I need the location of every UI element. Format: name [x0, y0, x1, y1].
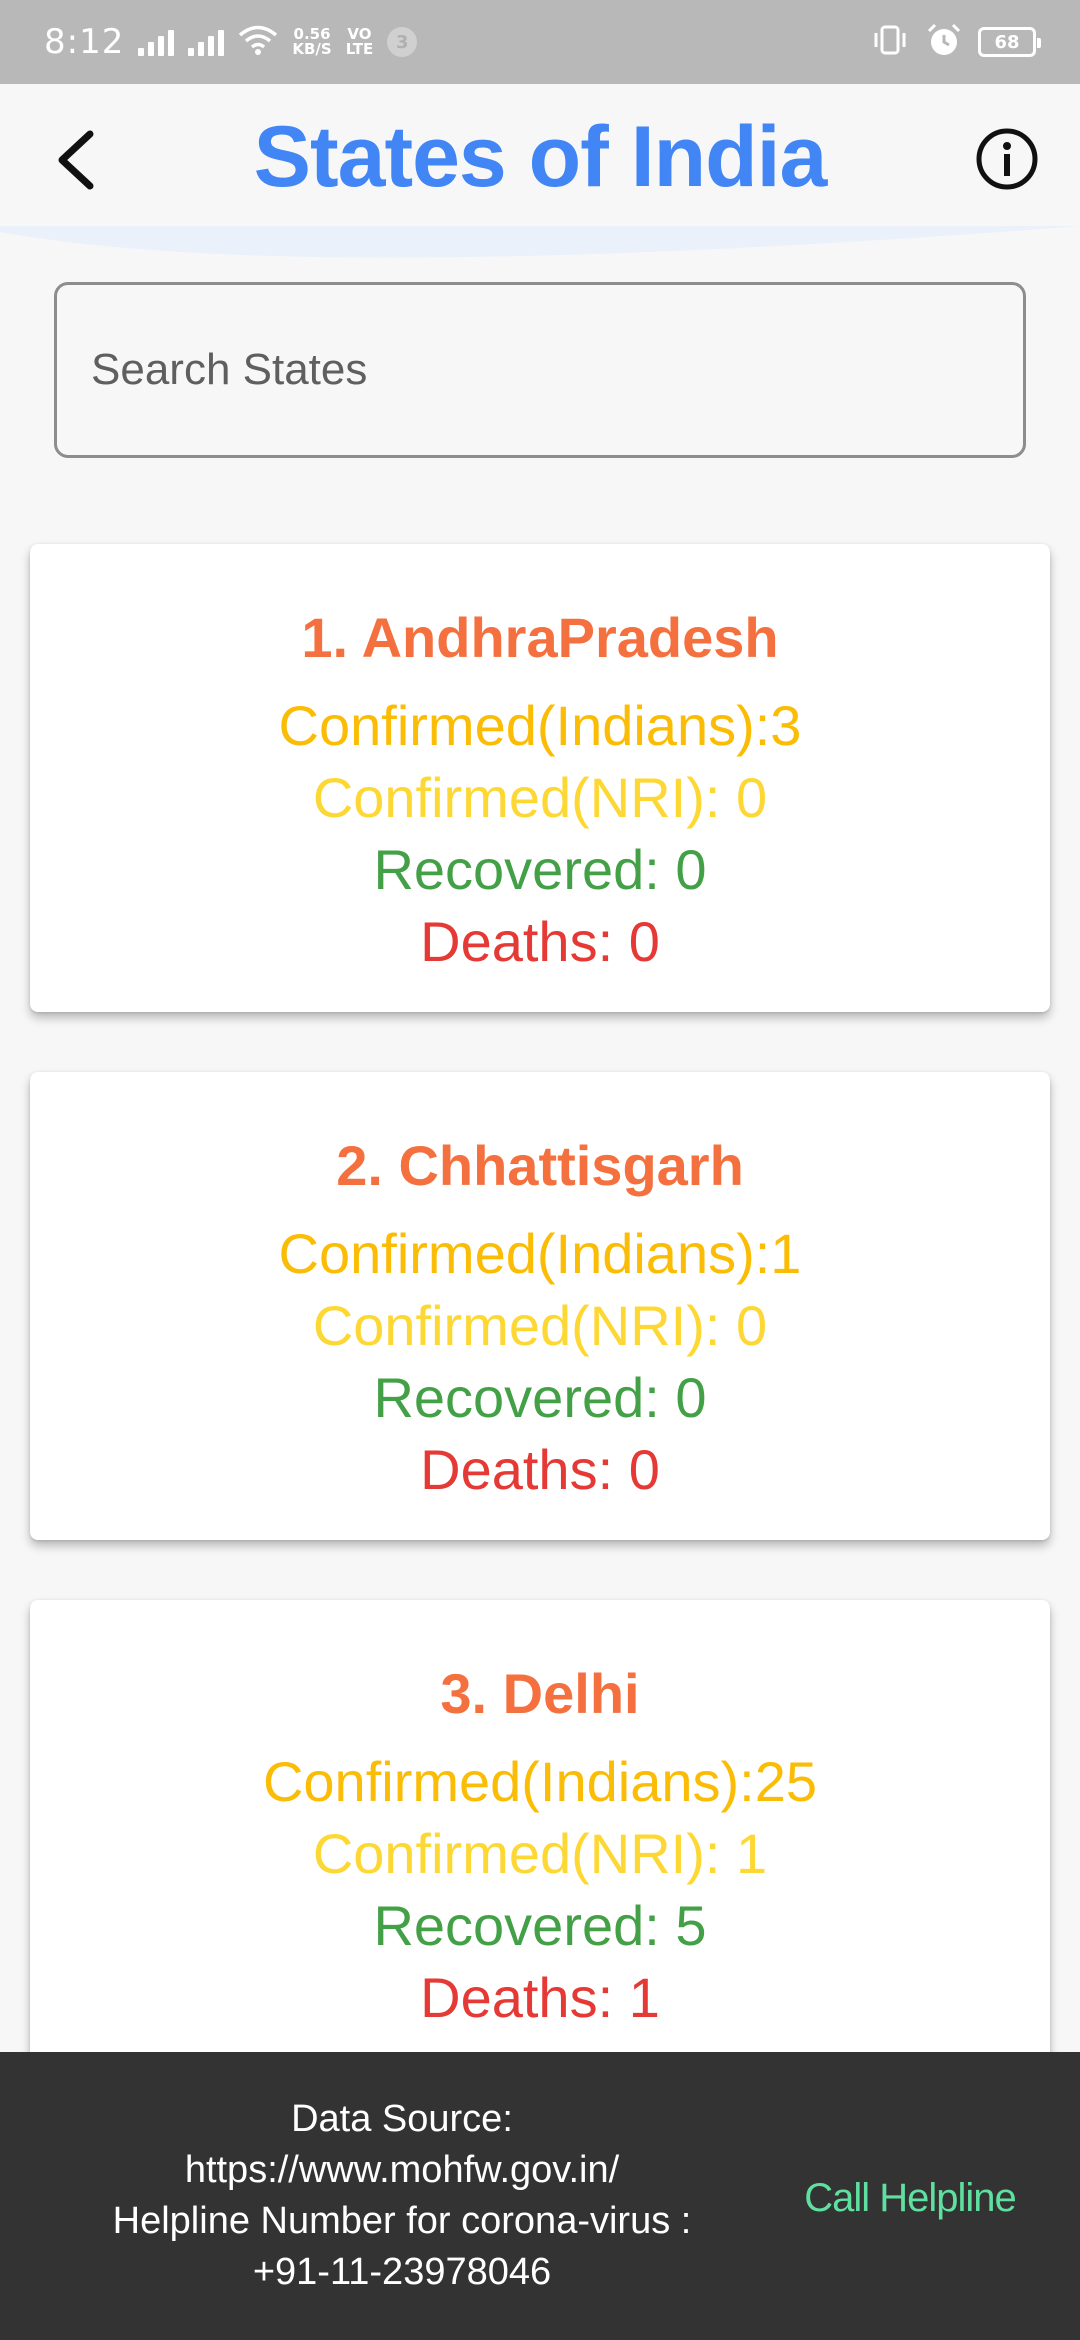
data-source-info: Data Source: https://www.mohfw.gov.in/ H…: [60, 2094, 744, 2298]
header-wave-decoration: [0, 226, 1080, 258]
status-left: 8:12 0.56 KB/S VO LTE 3: [44, 22, 418, 62]
speed-unit: KB/S: [292, 40, 332, 58]
alarm-icon: [926, 23, 962, 61]
status-bar: 8:12 0.56 KB/S VO LTE 3 68: [0, 0, 1080, 84]
footer-bar: Data Source: https://www.mohfw.gov.in/ H…: [0, 2052, 1080, 2340]
data-source-label: Data Source:: [291, 2098, 513, 2140]
confirmed-nri: Confirmed(NRI): 0: [312, 1294, 768, 1357]
search-input[interactable]: [91, 345, 1023, 395]
app-screen: 8:12 0.56 KB/S VO LTE 3 68 States of Ind…: [0, 0, 1080, 2340]
app-bar: States of India: [0, 84, 1080, 232]
network-speed: 0.56 KB/S: [292, 27, 331, 57]
search-box[interactable]: [54, 282, 1026, 458]
state-name: 3. Delhi: [440, 1662, 640, 1725]
volte-indicator: VO LTE: [346, 27, 374, 57]
page-title: States of India: [253, 109, 828, 205]
helpline-number: +91-11-23978046: [252, 2251, 552, 2293]
volte-bottom: LTE: [345, 40, 374, 58]
recovered-count: Recovered: 0: [373, 838, 707, 901]
battery-icon: 68: [978, 27, 1041, 57]
info-icon: [974, 128, 1040, 196]
state-name: 2. Chhattisgarh: [336, 1134, 744, 1197]
state-card[interactable]: 2. Chhattisgarh Confirmed(Indians):1 Con…: [30, 1072, 1050, 1540]
deaths-count: Deaths: 0: [420, 910, 660, 973]
deaths-count: Deaths: 1: [420, 1966, 660, 2029]
status-time: 8:12: [44, 22, 125, 62]
signal-icon: [188, 28, 225, 56]
confirmed-indians: Confirmed(Indians):1: [278, 1222, 802, 1285]
info-button[interactable]: [974, 126, 1040, 192]
signal-icon: [138, 28, 175, 56]
status-right: 68: [870, 23, 1041, 61]
wifi-icon: [238, 24, 278, 60]
confirmed-nri: Confirmed(NRI): 1: [312, 1822, 768, 1885]
confirmed-indians: Confirmed(Indians):25: [262, 1750, 818, 1813]
recovered-count: Recovered: 5: [373, 1894, 707, 1957]
vibrate-icon: [870, 24, 910, 60]
confirmed-nri: Confirmed(NRI): 0: [312, 766, 768, 829]
notification-count-badge: 3: [387, 27, 418, 57]
recovered-count: Recovered: 0: [373, 1366, 707, 1429]
deaths-count: Deaths: 0: [420, 1438, 660, 1501]
call-helpline-button[interactable]: Call Helpline: [800, 2168, 1020, 2228]
state-name: 1. AndhraPradesh: [301, 606, 779, 669]
data-source-url: https://www.mohfw.gov.in/: [184, 2149, 620, 2191]
confirmed-indians: Confirmed(Indians):3: [278, 694, 802, 757]
state-card[interactable]: 1. AndhraPradesh Confirmed(Indians):3 Co…: [30, 544, 1050, 1012]
helpline-label: Helpline Number for corona-virus :: [112, 2200, 692, 2242]
state-card[interactable]: 3. Delhi Confirmed(Indians):25 Confirmed…: [30, 1600, 1050, 2068]
